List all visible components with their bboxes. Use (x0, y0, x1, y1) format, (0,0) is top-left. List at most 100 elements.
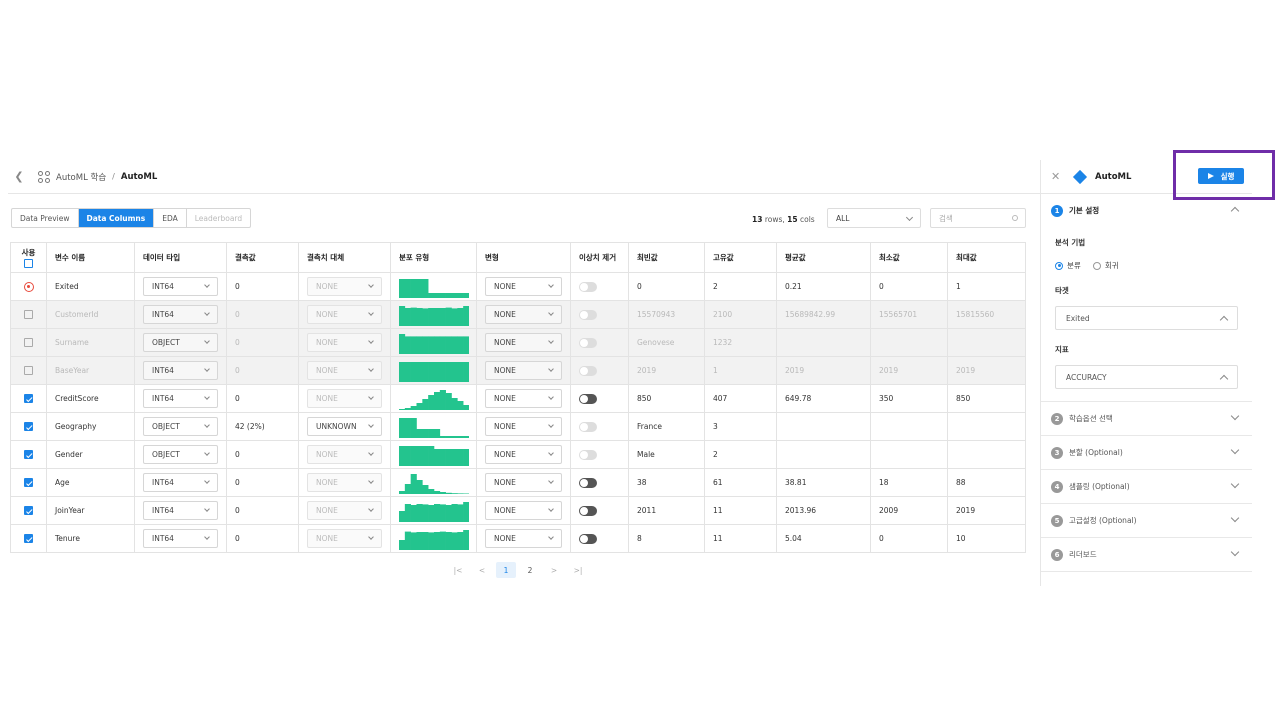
cell-mean (776, 412, 871, 441)
use-checkbox[interactable] (24, 394, 33, 404)
col-header-max[interactable]: 최대값 (947, 242, 1026, 273)
col-header-outlier[interactable]: 이상치 제거 (570, 242, 629, 273)
step-header[interactable]: 6 리더보드 (1041, 538, 1252, 571)
type-select[interactable]: OBJECT (143, 445, 218, 464)
use-checkbox[interactable] (24, 338, 33, 348)
select-all-checkbox[interactable] (24, 259, 33, 268)
target-marker-icon[interactable] (23, 281, 34, 292)
use-checkbox[interactable] (24, 534, 33, 544)
impute-select[interactable]: NONE (307, 333, 382, 352)
type-select[interactable]: INT64 (143, 501, 218, 520)
type-select[interactable]: INT64 (143, 277, 218, 296)
transform-select[interactable]: NONE (485, 501, 562, 520)
transform-select[interactable]: NONE (485, 305, 562, 324)
type-select[interactable]: INT64 (143, 305, 218, 324)
impute-select[interactable]: NONE (307, 445, 382, 464)
col-header-min[interactable]: 최소값 (870, 242, 948, 273)
transform-select[interactable]: NONE (485, 361, 562, 380)
page-2-button[interactable]: 2 (518, 566, 542, 575)
histogram-bar (434, 335, 441, 354)
use-checkbox[interactable] (24, 506, 33, 516)
outlier-toggle[interactable] (579, 365, 597, 376)
impute-select[interactable]: NONE (307, 389, 382, 408)
step-header[interactable]: 3 분할 (Optional) (1041, 436, 1252, 469)
radio-regression[interactable] (1092, 261, 1101, 270)
close-icon[interactable]: ✕ (1051, 170, 1061, 183)
cell-type: INT64 (134, 356, 227, 385)
use-checkbox[interactable] (24, 478, 33, 488)
cell-outlier (570, 524, 629, 553)
step-header[interactable]: 4 샘플링 (Optional) (1041, 470, 1252, 503)
type-select[interactable]: OBJECT (143, 333, 218, 352)
outlier-toggle[interactable] (579, 477, 597, 488)
histogram-bar (434, 448, 441, 466)
cell-max: 1 (947, 272, 1026, 301)
transform-select[interactable]: NONE (485, 277, 562, 296)
transform-select[interactable]: NONE (485, 445, 562, 464)
col-header-mode[interactable]: 최빈값 (628, 242, 705, 273)
impute-select[interactable]: NONE (307, 529, 382, 548)
impute-select[interactable]: NONE (307, 501, 382, 520)
last-page-icon[interactable]: >| (566, 566, 590, 575)
use-checkbox[interactable] (24, 450, 33, 460)
outlier-toggle[interactable] (579, 533, 597, 544)
back-arrow-icon[interactable]: ❮ (12, 170, 26, 183)
transform-select[interactable]: NONE (485, 389, 562, 408)
column-filter-select[interactable]: ALL (827, 208, 921, 228)
tab-eda[interactable]: EDA (154, 209, 187, 227)
col-header-distribution[interactable]: 분포 유형 (390, 242, 477, 273)
prev-page-icon[interactable]: < (470, 566, 494, 575)
cell-mode: Genovese (628, 328, 705, 357)
step-number: 4 (1051, 480, 1063, 493)
impute-select[interactable]: UNKNOWN (307, 417, 382, 436)
step-header[interactable]: 2 학습옵션 선택 (1041, 402, 1252, 435)
impute-select[interactable]: NONE (307, 361, 382, 380)
histogram-bar (422, 503, 429, 522)
use-checkbox[interactable] (24, 366, 33, 376)
col-header-mean[interactable]: 평균값 (776, 242, 871, 273)
type-select[interactable]: INT64 (143, 529, 218, 548)
use-checkbox[interactable] (24, 310, 33, 320)
col-header-impute[interactable]: 결측치 대체 (298, 242, 391, 273)
outlier-toggle[interactable] (579, 337, 597, 348)
step-1-header[interactable]: 1 기본 설정 (1041, 194, 1252, 227)
tab-data-columns[interactable]: Data Columns (78, 209, 155, 227)
impute-select[interactable]: NONE (307, 305, 382, 324)
col-header-type[interactable]: 데이터 타입 (134, 242, 227, 273)
search-input[interactable]: 검색 (930, 208, 1026, 228)
tab-leaderboard[interactable]: Leaderboard (187, 209, 250, 227)
target-select[interactable]: Exited (1055, 306, 1238, 330)
transform-select[interactable]: NONE (485, 333, 562, 352)
breadcrumb-parent[interactable]: AutoML 학습 (56, 171, 106, 183)
use-checkbox[interactable] (24, 422, 33, 432)
metric-select[interactable]: ACCURACY (1055, 365, 1238, 389)
first-page-icon[interactable]: |< (446, 566, 470, 575)
next-page-icon[interactable]: > (542, 566, 566, 575)
type-select[interactable]: INT64 (143, 473, 218, 492)
col-header-unique[interactable]: 고유값 (704, 242, 777, 273)
page-1-button[interactable]: 1 (496, 562, 516, 578)
outlier-toggle[interactable] (579, 449, 597, 460)
outlier-toggle[interactable] (579, 393, 597, 404)
radio-classification[interactable] (1055, 261, 1063, 270)
outlier-toggle[interactable] (579, 505, 597, 516)
outlier-toggle[interactable] (579, 421, 597, 432)
transform-select[interactable]: NONE (485, 473, 562, 492)
run-button[interactable]: 실행 (1198, 168, 1244, 184)
col-header-name[interactable]: 변수 이름 (46, 242, 135, 273)
tab-data-preview[interactable]: Data Preview (12, 209, 79, 227)
type-select[interactable]: INT64 (143, 389, 218, 408)
transform-select[interactable]: NONE (485, 529, 562, 548)
outlier-toggle[interactable] (579, 281, 597, 292)
impute-select[interactable]: NONE (307, 277, 382, 296)
step-header[interactable]: 5 고급설정 (Optional) (1041, 504, 1252, 537)
impute-select[interactable]: NONE (307, 473, 382, 492)
type-select[interactable]: INT64 (143, 361, 218, 380)
histogram-bar (399, 510, 406, 522)
type-select[interactable]: OBJECT (143, 417, 218, 436)
col-header-missing[interactable]: 결측값 (226, 242, 299, 273)
cell-use (10, 468, 47, 497)
outlier-toggle[interactable] (579, 309, 597, 320)
transform-select[interactable]: NONE (485, 417, 562, 436)
col-header-transform[interactable]: 변형 (476, 242, 571, 273)
